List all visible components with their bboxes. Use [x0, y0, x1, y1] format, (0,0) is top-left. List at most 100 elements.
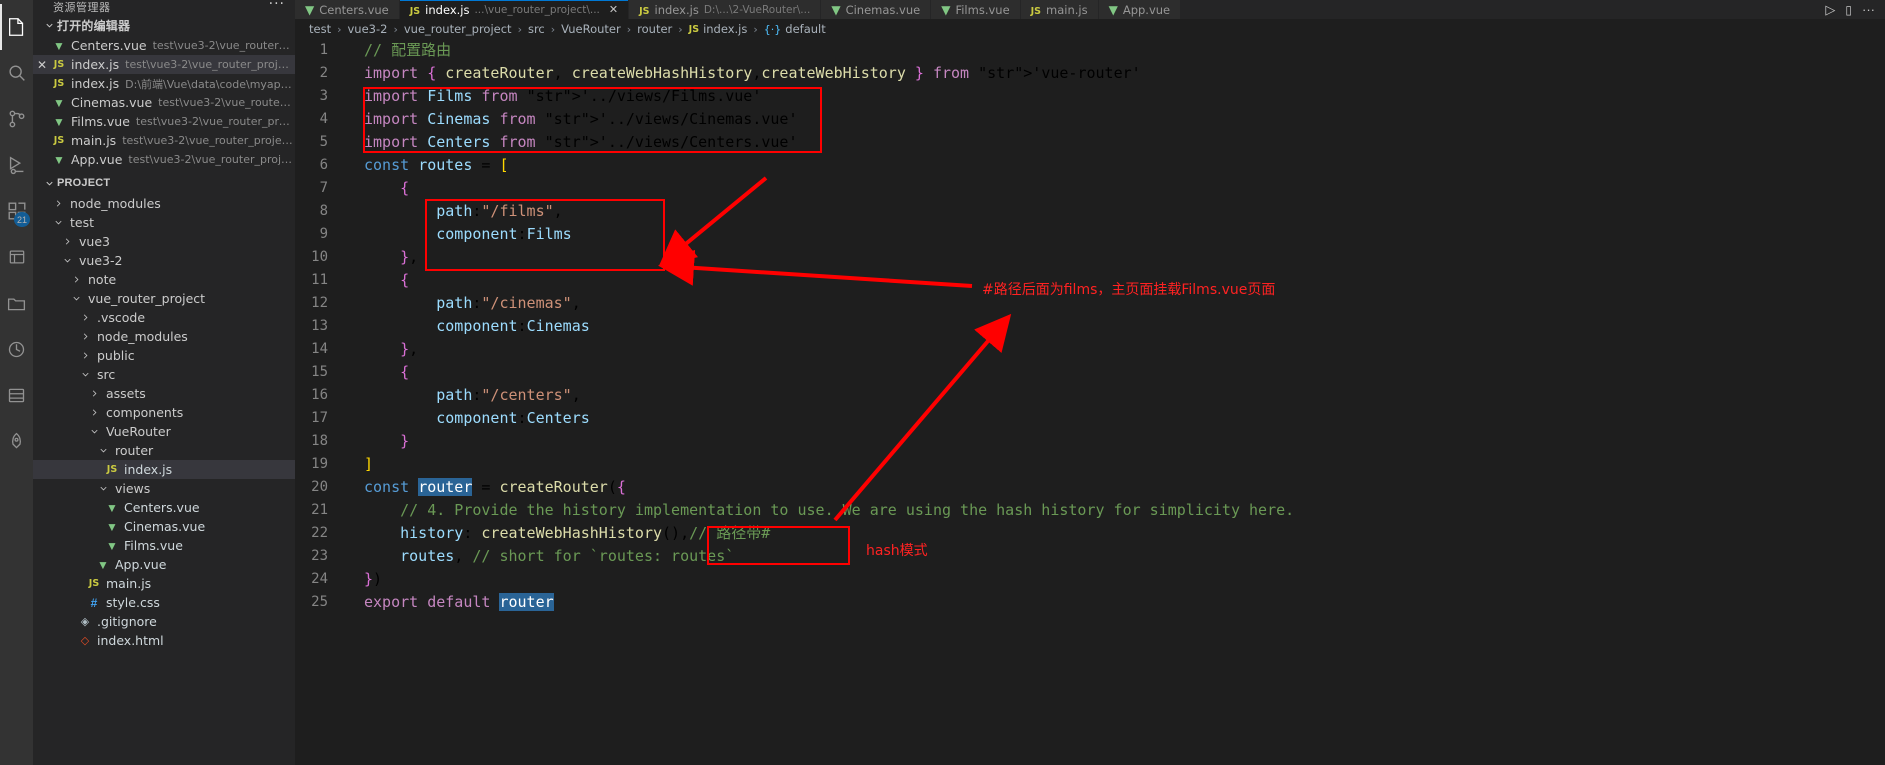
open-editor-name: Centers.vue	[71, 38, 147, 53]
project-label: PROJECT	[57, 177, 111, 189]
tree-item-.gitignore[interactable]: ◈ .gitignore	[33, 612, 295, 631]
tree-item-note[interactable]: note	[33, 270, 295, 289]
tree-item-views[interactable]: views	[33, 479, 295, 498]
code-line: 5 import Centers from "str">'../views/Cen…	[295, 131, 1885, 154]
js-file-icon: JS	[1030, 5, 1042, 17]
breadcrumb-item[interactable]: src	[528, 22, 545, 36]
open-editor-item[interactable]: JS index.js D:\前端\Vue\data\code\myapp\src\…	[33, 74, 295, 93]
close-icon[interactable]: ✕	[33, 58, 51, 72]
breadcrumb-item[interactable]: JS index.js	[689, 22, 748, 36]
tab-label: App.vue	[1122, 2, 1171, 17]
section-project[interactable]: PROJECT	[33, 172, 295, 194]
editor-tab[interactable]: ▼ Centers.vue	[295, 0, 400, 19]
activity-testing[interactable]	[0, 234, 33, 280]
chevron-right-icon	[65, 238, 69, 245]
open-editor-item[interactable]: ▼ App.vue test\vue3-2\vue_router_project\s…	[33, 150, 295, 169]
chevron-down-icon	[54, 220, 62, 225]
chevron-down-icon	[99, 448, 107, 453]
vue-file-icon: ▼	[305, 2, 315, 17]
open-editor-item[interactable]: ▼ Centers.vue test\vue3-2\vue_router_proje…	[33, 36, 295, 55]
breadcrumb-item[interactable]: test	[309, 22, 331, 36]
editor-tab[interactable]: JS main.js	[1020, 0, 1099, 19]
chevron-right-icon	[92, 409, 96, 416]
code-editor[interactable]: 1 // 配置路由 2 import { createRouter, createWe…	[295, 39, 1885, 765]
line-content: // 配置路由	[364, 41, 452, 59]
editor-more-actions-icon[interactable]: ···	[1862, 2, 1875, 17]
activity-rocket[interactable]	[0, 418, 33, 464]
tree-item-index.js[interactable]: JS index.js	[33, 460, 295, 479]
line-content: {	[400, 179, 410, 197]
vue-file-icon: ▼	[53, 38, 65, 53]
tab-close-icon[interactable]: ✕	[609, 3, 618, 16]
tree-item-label: node_modules	[97, 329, 188, 344]
chevron-down-icon	[41, 178, 57, 189]
tree-item-films.vue[interactable]: ▼ Films.vue	[33, 536, 295, 555]
vue-file-icon: ▼	[1108, 2, 1118, 17]
tree-item-router[interactable]: router	[33, 441, 295, 460]
tree-item-vue_router_project[interactable]: vue_router_project	[33, 289, 295, 308]
line-content: path:"/centers",	[436, 386, 581, 404]
activity-database[interactable]	[0, 372, 33, 418]
tree-item-vue3-2[interactable]: vue3-2	[33, 251, 295, 270]
editor-tab[interactable]: JS index.js ...\vue_router_project\... ✕	[399, 0, 630, 19]
open-editor-item[interactable]: ▼ Films.vue test\vue3-2\vue_router_project…	[33, 112, 295, 131]
activity-gitlens[interactable]	[0, 326, 33, 372]
open-editor-item[interactable]: ▼ Cinemas.vue test\vue3-2\vue_router_proje…	[33, 93, 295, 112]
breadcrumb-label: VueRouter	[561, 22, 621, 36]
tree-item-assets[interactable]: assets	[33, 384, 295, 403]
line-content: import Films from "str">'../views/Films.…	[364, 87, 762, 105]
line-number: 24	[311, 571, 328, 587]
editor-tab[interactable]: ▼ Films.vue	[931, 0, 1021, 19]
open-editor-item[interactable]: ✕ JS index.js test\vue3-2\vue_router_projec…	[33, 55, 295, 74]
tree-item-public[interactable]: public	[33, 346, 295, 365]
code-line: 8 path:"/films",	[295, 200, 1885, 223]
tab-label: index.js	[654, 2, 699, 17]
tree-item-node_modules[interactable]: node_modules	[33, 327, 295, 346]
activity-explorer[interactable]	[0, 4, 33, 50]
breadcrumb-item[interactable]: {·} default	[764, 22, 826, 36]
tree-item-.vscode[interactable]: .vscode	[33, 308, 295, 327]
tree-item-cinemas.vue[interactable]: ▼ Cinemas.vue	[33, 517, 295, 536]
split-editor-icon[interactable]: ▯	[1845, 3, 1852, 17]
breadcrumb-item[interactable]: vue3-2	[348, 22, 388, 36]
tree-item-node_modules[interactable]: node_modules	[33, 194, 295, 213]
code-line: 25 export default router	[295, 591, 1885, 614]
tree-item-vue3[interactable]: vue3	[33, 232, 295, 251]
activity-remote-explorer[interactable]	[0, 280, 33, 326]
line-content: import Centers from "str">'../views/Cent…	[364, 133, 798, 151]
tree-item-label: vue3-2	[79, 253, 123, 268]
activity-extensions[interactable]: 21	[0, 188, 33, 234]
tree-item-index.html[interactable]: ◇ index.html	[33, 631, 295, 650]
explorer-more-actions-icon[interactable]: ···	[269, 0, 285, 12]
open-editor-path: test\vue3-2\vue_router_project\src\...	[125, 58, 295, 71]
tree-item-style.css[interactable]: # style.css	[33, 593, 295, 612]
open-editor-item[interactable]: JS main.js test\vue3-2\vue_router_project\…	[33, 131, 295, 150]
activity-run-debug[interactable]	[0, 142, 33, 188]
tree-item-vuerouter[interactable]: VueRouter	[33, 422, 295, 441]
run-icon[interactable]: ▷	[1825, 2, 1835, 18]
tree-item-test[interactable]: test	[33, 213, 295, 232]
tree-item-components[interactable]: components	[33, 403, 295, 422]
tree-item-app.vue[interactable]: ▼ App.vue	[33, 555, 295, 574]
breadcrumb-item[interactable]: VueRouter	[561, 22, 621, 36]
breadcrumb-item[interactable]: router	[637, 22, 672, 36]
tree-item-main.js[interactable]: JS main.js	[33, 574, 295, 593]
activity-source-control[interactable]	[0, 96, 33, 142]
breadcrumb-label: vue3-2	[347, 22, 388, 36]
activity-bar: 21	[0, 0, 33, 765]
editor-tab[interactable]: JS index.js D:\...\2-VueRouter\...	[629, 0, 822, 19]
extensions-badge: 21	[13, 212, 30, 227]
tree-item-centers.vue[interactable]: ▼ Centers.vue	[33, 498, 295, 517]
activity-search[interactable]	[0, 50, 33, 96]
breadcrumb-item[interactable]: vue_router_project	[404, 22, 512, 36]
tree-item-src[interactable]: src	[33, 365, 295, 384]
line-content: const router = createRouter({	[364, 478, 626, 496]
line-number: 11	[311, 272, 328, 288]
editor-tab[interactable]: ▼ Cinemas.vue	[821, 0, 932, 19]
editor-tab[interactable]: ▼ App.vue	[1098, 0, 1182, 19]
line-number: 15	[311, 364, 328, 380]
code-line: 17 component:Centers	[295, 407, 1885, 430]
code-line: 16 path:"/centers",	[295, 384, 1885, 407]
vue-file-icon: ▼	[53, 114, 65, 129]
section-open-editors[interactable]: 打开的编辑器	[33, 14, 295, 36]
